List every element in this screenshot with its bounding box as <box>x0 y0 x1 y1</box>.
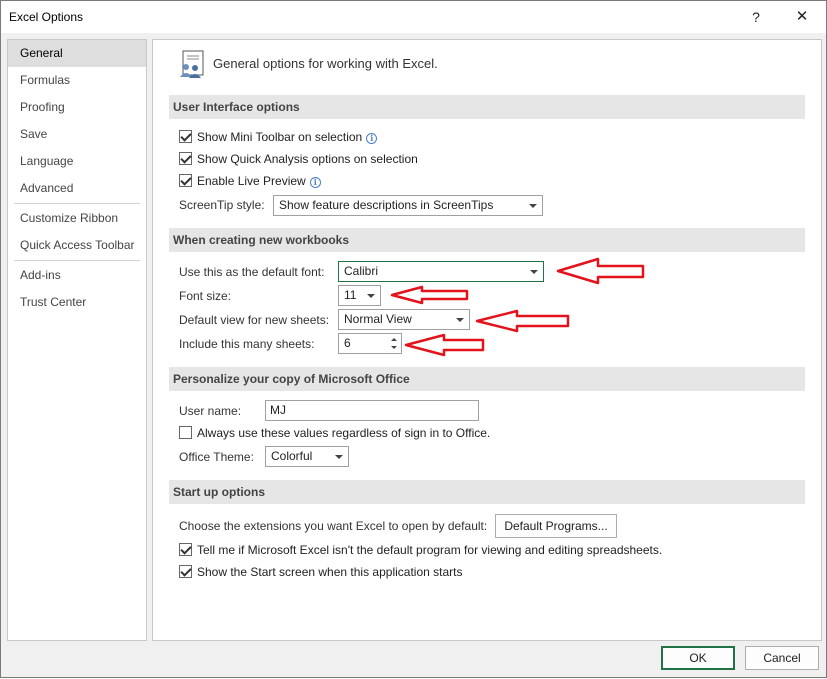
section-startup: Start up options <box>169 480 805 504</box>
sheet-count-value: 6 <box>344 336 351 350</box>
office-theme-label: Office Theme: <box>179 450 254 464</box>
chevron-down-icon <box>529 204 537 208</box>
font-size-label: Font size: <box>179 289 232 303</box>
sheet-count-label: Include this many sheets: <box>179 337 315 351</box>
office-theme-value: Colorful <box>271 449 313 463</box>
nav-item-advanced[interactable]: Advanced <box>8 175 146 202</box>
info-icon: i <box>309 177 321 188</box>
screentip-style-dropdown[interactable]: Show feature descriptions in ScreenTips <box>273 195 543 216</box>
nav-item-trust-center[interactable]: Trust Center <box>8 289 146 316</box>
user-name-label: User name: <box>179 404 242 418</box>
office-theme-dropdown[interactable]: Colorful <box>265 446 349 467</box>
ok-button[interactable]: OK <box>661 646 735 670</box>
spin-up-icon[interactable] <box>391 338 397 341</box>
live-preview-checkbox[interactable] <box>179 174 192 187</box>
window-title: Excel Options <box>9 10 84 24</box>
tell-me-checkbox[interactable] <box>179 543 192 556</box>
nav-item-proofing[interactable]: Proofing <box>8 94 146 121</box>
nav-item-language[interactable]: Language <box>8 148 146 175</box>
quick-analysis-checkbox[interactable] <box>179 152 192 165</box>
quick-analysis-label: Show Quick Analysis options on selection <box>197 152 418 166</box>
general-options-pane: General options for working with Excel. … <box>152 39 822 641</box>
nav-divider <box>14 260 140 261</box>
section-personalize: Personalize your copy of Microsoft Offic… <box>169 367 805 391</box>
default-font-value: Calibri <box>344 264 379 278</box>
always-use-label: Always use these values regardless of si… <box>197 426 491 440</box>
close-button[interactable]: ✕ <box>787 5 817 29</box>
nav-item-save[interactable]: Save <box>8 121 146 148</box>
quick-analysis-option[interactable]: Show Quick Analysis options on selection <box>179 149 418 169</box>
nav-item-formulas[interactable]: Formulas <box>8 67 146 94</box>
mini-toolbar-label: Show Mini Toolbar on selection <box>197 130 363 144</box>
info-icon: i <box>366 133 378 144</box>
extensions-label: Choose the extensions you want Excel to … <box>179 519 488 533</box>
nav-item-quick-access-toolbar[interactable]: Quick Access Toolbar <box>8 232 146 259</box>
nav-item-add-ins[interactable]: Add-ins <box>8 262 146 289</box>
tell-me-option[interactable]: Tell me if Microsoft Excel isn't the def… <box>179 540 662 560</box>
section-new-workbooks: When creating new workbooks <box>169 228 805 252</box>
spin-down-icon[interactable] <box>391 346 397 349</box>
default-font-label: Use this as the default font: <box>179 265 325 279</box>
default-view-value: Normal View <box>344 312 412 326</box>
chevron-down-icon <box>335 455 343 459</box>
default-view-label: Default view for new sheets: <box>179 313 330 327</box>
font-size-dropdown[interactable]: 11 <box>338 285 381 306</box>
cancel-button[interactable]: Cancel <box>745 646 819 670</box>
sheet-count-stepper[interactable]: 6 <box>338 333 402 354</box>
title-bar: Excel Options ? ✕ <box>1 1 826 33</box>
live-preview-label: Enable Live Preview <box>197 174 306 188</box>
nav-item-general[interactable]: General <box>8 40 146 67</box>
screentip-label: ScreenTip style: <box>179 198 265 212</box>
tell-me-label: Tell me if Microsoft Excel isn't the def… <box>197 543 663 557</box>
mini-toolbar-checkbox[interactable] <box>179 130 192 143</box>
always-use-option[interactable]: Always use these values regardless of si… <box>179 423 490 443</box>
chevron-down-icon <box>456 318 464 322</box>
nav-divider <box>14 203 140 204</box>
excel-options-dialog: Excel Options ? ✕ General Formulas Proof… <box>0 0 827 678</box>
chevron-down-icon <box>367 294 375 298</box>
chevron-down-icon <box>530 270 538 274</box>
options-nav: General Formulas Proofing Save Language … <box>7 39 147 641</box>
mini-toolbar-option[interactable]: Show Mini Toolbar on selection i <box>179 127 378 147</box>
nav-item-customize-ribbon[interactable]: Customize Ribbon <box>8 205 146 232</box>
help-button[interactable]: ? <box>741 5 771 29</box>
section-ui-options: User Interface options <box>169 95 805 119</box>
font-size-value: 11 <box>344 288 357 302</box>
general-options-icon <box>180 50 204 78</box>
always-use-checkbox[interactable] <box>179 426 192 439</box>
show-start-checkbox[interactable] <box>179 565 192 578</box>
pane-header: General options for working with Excel. <box>213 56 438 71</box>
screentip-style-value: Show feature descriptions in ScreenTips <box>279 198 494 212</box>
show-start-label: Show the Start screen when this applicat… <box>197 565 463 579</box>
default-programs-button[interactable]: Default Programs... <box>495 514 617 538</box>
user-name-input[interactable]: MJ <box>265 400 479 421</box>
default-font-dropdown[interactable]: Calibri <box>338 261 544 282</box>
live-preview-option[interactable]: Enable Live Preview i <box>179 171 321 191</box>
show-start-option[interactable]: Show the Start screen when this applicat… <box>179 562 462 582</box>
default-view-dropdown[interactable]: Normal View <box>338 309 470 330</box>
